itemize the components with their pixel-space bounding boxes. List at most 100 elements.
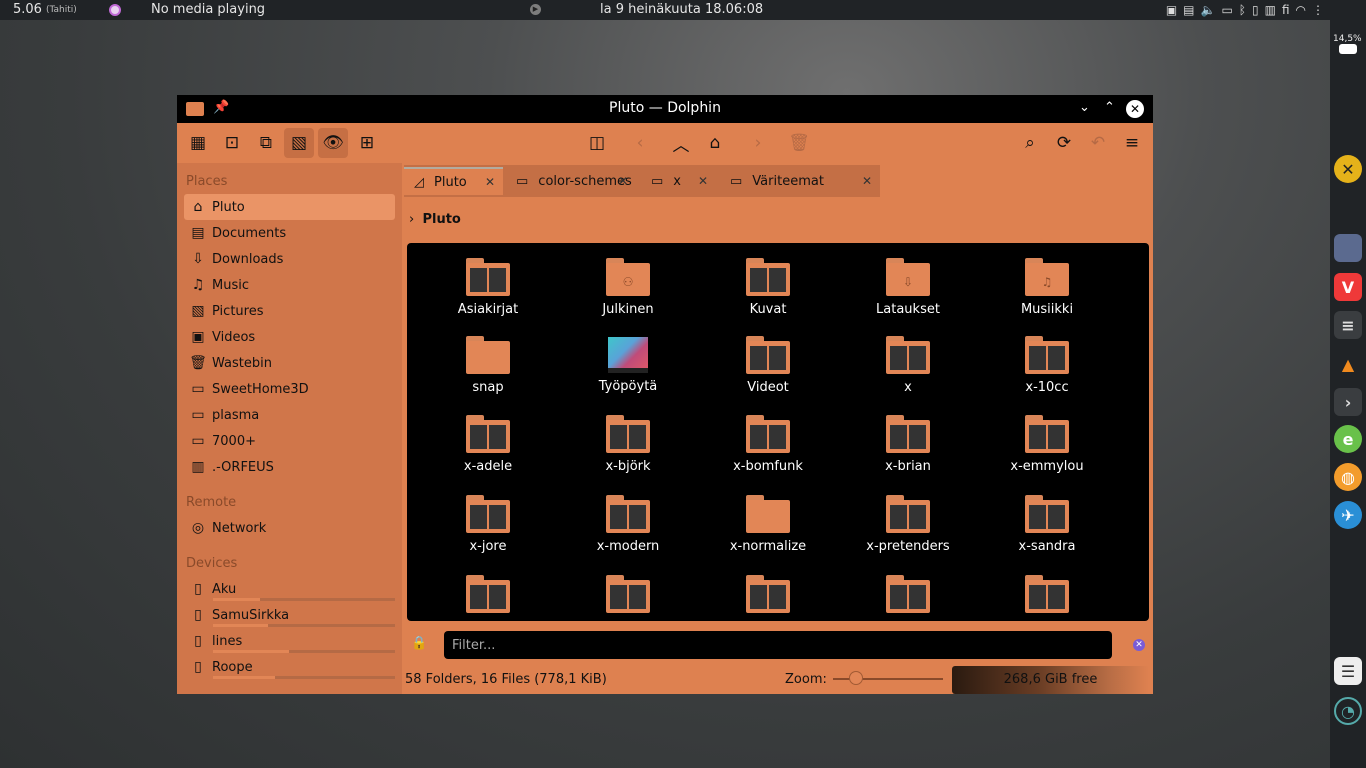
file-item[interactable]: x-jore — [424, 495, 552, 554]
close-app-icon[interactable]: ✕ — [1334, 155, 1362, 183]
sidebar-item-wastebin[interactable]: 🗑 Wastebin — [184, 350, 395, 376]
file-item[interactable]: ⇩ Lataukset — [844, 258, 972, 317]
dolphin-icon[interactable] — [1334, 234, 1362, 262]
battery-icon[interactable]: ▯ — [1252, 3, 1259, 17]
vlc-icon[interactable]: ▲ — [1334, 350, 1362, 378]
close-icon[interactable]: ✕ — [1126, 100, 1144, 118]
clock-app-icon[interactable]: ◔ — [1334, 697, 1362, 725]
title-bar[interactable]: 📌 Pluto — Dolphin ⌄ ⌃ ✕ — [177, 95, 1153, 123]
terminal-toggle-icon[interactable]: ⊡ — [217, 128, 247, 158]
undo-icon[interactable]: ↶ — [1083, 128, 1113, 158]
bird-app-icon[interactable]: ✈ — [1334, 501, 1362, 529]
split-view-icon[interactable]: ◫ — [582, 128, 612, 158]
file-item[interactable]: Työpöytä — [564, 336, 692, 394]
filter-input[interactable] — [444, 631, 1112, 659]
tab-v-riteemat[interactable]: ▭ Väriteemat ✕ — [720, 167, 880, 195]
play-icon[interactable]: ▶ — [530, 4, 541, 15]
file-item[interactable]: snap — [424, 336, 552, 395]
sidebar-item-orfeus[interactable]: ▥ .-ORFEUS — [184, 454, 395, 480]
orange-app-icon[interactable]: ◍ — [1334, 463, 1362, 491]
terminal-icon[interactable]: › — [1334, 388, 1362, 416]
home-icon[interactable]: ⌂ — [700, 128, 730, 158]
new-tab-icon[interactable]: ⊞ — [352, 128, 382, 158]
file-item[interactable]: x-emmylou — [983, 415, 1111, 474]
file-item[interactable]: x — [844, 336, 972, 395]
battery-level-icon[interactable] — [1339, 44, 1357, 54]
close-tab-icon[interactable]: ✕ — [485, 175, 495, 189]
clear-filter-icon[interactable]: ✕ — [1133, 639, 1145, 651]
bluetooth-icon[interactable]: ᛒ — [1239, 3, 1246, 17]
breadcrumb[interactable]: › Pluto — [409, 212, 461, 227]
sidebar-item-network[interactable]: ◎ Network — [184, 515, 395, 541]
show-hidden-icon[interactable]: 👁 — [318, 128, 348, 158]
sidebar-item-pictures[interactable]: ▧ Pictures — [184, 298, 395, 324]
file-item[interactable] — [844, 575, 972, 619]
file-item[interactable]: x-modern — [564, 495, 692, 554]
sidebar-item-documents[interactable]: ▤ Documents — [184, 220, 395, 246]
trash-icon[interactable]: 🗑 — [784, 128, 814, 158]
date-time[interactable]: la 9 heinäkuuta 18.06:08 — [600, 2, 763, 17]
reload-icon[interactable]: ⟳ — [1049, 128, 1079, 158]
back-icon[interactable]: ‹ — [625, 128, 655, 158]
file-item[interactable]: x-normalize — [704, 495, 832, 554]
sidebar-item-sweethome3d[interactable]: ▭ SweetHome3D — [184, 376, 395, 402]
close-tab-icon[interactable]: ✕ — [698, 174, 708, 188]
file-item[interactable]: x-sandra — [983, 495, 1111, 554]
file-item[interactable]: x-bomfunk — [704, 415, 832, 474]
wifi-icon[interactable]: ◠ — [1296, 3, 1306, 17]
search-icon[interactable]: ⌕ — [1015, 128, 1045, 158]
file-view[interactable]: Asiakirjat ⚇ Julkinen Kuvat ⇩ Lataukset ♫ Musii… — [407, 243, 1149, 621]
device-lines[interactable]: ▯ lines — [184, 628, 395, 654]
sidebar-item-videos[interactable]: ▣ Videos — [184, 324, 395, 350]
device-aku[interactable]: ▯ Aku — [184, 576, 395, 602]
media-player-icon[interactable] — [109, 4, 121, 16]
breadcrumb-location[interactable]: Pluto — [422, 212, 460, 227]
file-item[interactable]: ♫ Musiikki — [983, 258, 1111, 317]
media-status[interactable]: No media playing — [151, 2, 265, 17]
device-samusirkka[interactable]: ▯ SamuSirkka — [184, 602, 395, 628]
lock-icon[interactable]: 🔒 — [411, 636, 427, 651]
new-window-icon[interactable]: ⧉ — [251, 128, 281, 158]
file-item[interactable] — [424, 575, 552, 619]
hamburger-menu-icon[interactable]: ≡ — [1117, 128, 1147, 158]
up-icon[interactable]: ︿ — [666, 128, 696, 158]
tab-color-schemes[interactable]: ▭ color-schemes ✕ — [506, 167, 636, 195]
sidebar-item-downloads[interactable]: ⇩ Downloads — [184, 246, 395, 272]
close-tab-icon[interactable]: ✕ — [618, 174, 628, 188]
device-roope[interactable]: ▯ Roope — [184, 654, 395, 680]
preview-icon[interactable]: ▧ — [284, 128, 314, 158]
display-icon[interactable]: ▭ — [1221, 3, 1232, 17]
menu-icon[interactable]: ⋮ — [1312, 3, 1324, 17]
panels-icon[interactable]: ▦ — [183, 128, 213, 158]
tab-x[interactable]: ▭ x ✕ — [641, 167, 716, 195]
file-item[interactable]: Asiakirjat — [424, 258, 552, 317]
minimize-icon[interactable]: ⌄ — [1079, 100, 1090, 115]
notes-icon[interactable]: ▥ — [1265, 3, 1276, 17]
volume-icon[interactable]: 🔈 — [1201, 3, 1216, 17]
zoom-slider-handle[interactable] — [849, 671, 863, 685]
file-item[interactable] — [704, 575, 832, 619]
vivaldi-icon[interactable]: V — [1334, 273, 1362, 301]
clock-time[interactable]: 5.06 — [13, 2, 42, 17]
file-item[interactable]: x-adele — [424, 415, 552, 474]
file-item[interactable]: x-björk — [564, 415, 692, 474]
clipboard-icon[interactable]: ▤ — [1183, 3, 1194, 17]
sidebar-item-7000[interactable]: ▭ 7000+ — [184, 428, 395, 454]
keyboard-layout[interactable]: fi — [1282, 3, 1290, 17]
sidebar-item-pluto[interactable]: ⌂ Pluto — [184, 194, 395, 220]
settings-icon[interactable]: ≡ — [1334, 311, 1362, 339]
file-item[interactable]: ⚇ Julkinen — [564, 258, 692, 317]
sidebar-item-plasma[interactable]: ▭ plasma — [184, 402, 395, 428]
file-item[interactable]: x-brian — [844, 415, 972, 474]
file-item[interactable]: x-10cc — [983, 336, 1111, 395]
file-item[interactable]: Videot — [704, 336, 832, 395]
close-tab-icon[interactable]: ✕ — [862, 174, 872, 188]
file-item[interactable] — [564, 575, 692, 619]
free-space-indicator[interactable]: 268,6 GiB free — [952, 666, 1149, 694]
file-item[interactable]: x-pretenders — [844, 495, 972, 554]
sidebar-item-music[interactable]: ♫ Music — [184, 272, 395, 298]
tab-pluto[interactable]: ◿ Pluto ✕ — [404, 167, 503, 195]
file-item[interactable]: Kuvat — [704, 258, 832, 317]
file-item[interactable] — [983, 575, 1111, 619]
maximize-icon[interactable]: ⌃ — [1104, 100, 1115, 115]
